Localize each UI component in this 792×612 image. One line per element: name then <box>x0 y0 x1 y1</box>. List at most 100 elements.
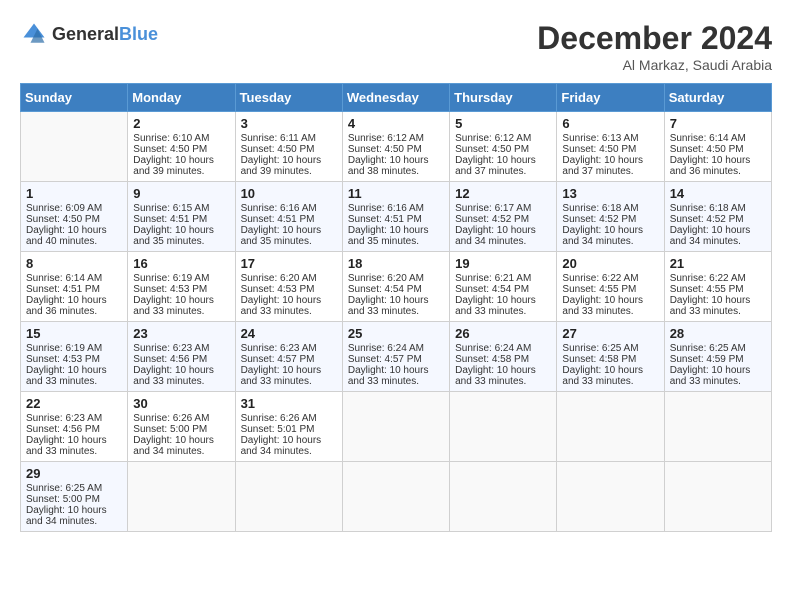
table-row: 4Sunrise: 6:12 AMSunset: 4:50 PMDaylight… <box>342 112 449 182</box>
sunset-label: Sunset: 4:51 PM <box>26 284 100 295</box>
table-row <box>235 462 342 532</box>
sunset-label: Sunset: 4:57 PM <box>348 354 422 365</box>
sunrise-label: Sunrise: 6:15 AM <box>133 203 209 214</box>
table-row: 17Sunrise: 6:20 AMSunset: 4:53 PMDayligh… <box>235 252 342 322</box>
location-title: Al Markaz, Saudi Arabia <box>537 57 772 73</box>
table-row: 26Sunrise: 6:24 AMSunset: 4:58 PMDayligh… <box>450 322 557 392</box>
sunrise-label: Sunrise: 6:18 AM <box>670 203 746 214</box>
sunset-label: Sunset: 4:53 PM <box>241 284 315 295</box>
day-number: 12 <box>455 186 551 201</box>
sunset-label: Sunset: 4:59 PM <box>670 354 744 365</box>
sunrise-label: Sunrise: 6:21 AM <box>455 273 531 284</box>
daylight-label: Daylight: 10 hours and 40 minutes. <box>26 225 107 247</box>
daylight-label: Daylight: 10 hours and 33 minutes. <box>670 295 751 317</box>
day-number: 25 <box>348 326 444 341</box>
table-row <box>557 392 664 462</box>
daylight-label: Daylight: 10 hours and 37 minutes. <box>455 155 536 177</box>
sunset-label: Sunset: 4:50 PM <box>455 144 529 155</box>
sunset-label: Sunset: 4:51 PM <box>348 214 422 225</box>
calendar-row: 2Sunrise: 6:10 AMSunset: 4:50 PMDaylight… <box>21 112 772 182</box>
sunrise-label: Sunrise: 6:25 AM <box>562 343 638 354</box>
sunset-label: Sunset: 4:50 PM <box>26 214 100 225</box>
sunset-label: Sunset: 4:50 PM <box>670 144 744 155</box>
table-row: 27 Sunrise: 6:25 AMSunset: 4:58 PMDayligh… <box>557 322 664 392</box>
sunset-label: Sunset: 4:55 PM <box>562 284 636 295</box>
sunrise-label: Sunrise: 6:13 AM <box>562 133 638 144</box>
logo-text-blue: Blue <box>119 24 158 44</box>
calendar-row: 15Sunrise: 6:19 AMSunset: 4:53 PMDayligh… <box>21 322 772 392</box>
day-number: 5 <box>455 116 551 131</box>
sunrise-label: Sunrise: 6:20 AM <box>241 273 317 284</box>
table-row: 29Sunrise: 6:25 AMSunset: 5:00 PMDayligh… <box>21 462 128 532</box>
sunrise-label: Sunrise: 6:10 AM <box>133 133 209 144</box>
sunrise-label: Sunrise: 6:19 AM <box>133 273 209 284</box>
daylight-label: Daylight: 10 hours and 33 minutes. <box>455 295 536 317</box>
table-row <box>21 112 128 182</box>
calendar-row: 1Sunrise: 6:09 AMSunset: 4:50 PMDaylight… <box>21 182 772 252</box>
daylight-label: Daylight: 10 hours and 34 minutes. <box>670 225 751 247</box>
day-number: 20 <box>562 256 658 271</box>
month-title: December 2024 <box>537 20 772 57</box>
logo: GeneralBlue <box>20 20 158 48</box>
col-thursday: Thursday <box>450 84 557 112</box>
table-row: 18Sunrise: 6:20 AMSunset: 4:54 PMDayligh… <box>342 252 449 322</box>
table-row: 9Sunrise: 6:15 AMSunset: 4:51 PMDaylight… <box>128 182 235 252</box>
sunset-label: Sunset: 5:01 PM <box>241 424 315 435</box>
sunset-label: Sunset: 4:53 PM <box>133 284 207 295</box>
table-row: 14Sunrise: 6:18 AMSunset: 4:52 PMDayligh… <box>664 182 771 252</box>
table-row: 16Sunrise: 6:19 AMSunset: 4:53 PMDayligh… <box>128 252 235 322</box>
day-number: 27 <box>562 326 658 341</box>
daylight-label: Daylight: 10 hours and 35 minutes. <box>348 225 429 247</box>
sunset-label: Sunset: 4:58 PM <box>562 354 636 365</box>
sunrise-label: Sunrise: 6:22 AM <box>562 273 638 284</box>
day-number: 24 <box>241 326 337 341</box>
sunset-label: Sunset: 5:00 PM <box>133 424 207 435</box>
day-number: 17 <box>241 256 337 271</box>
sunset-label: Sunset: 4:51 PM <box>241 214 315 225</box>
daylight-label: Daylight: 10 hours and 37 minutes. <box>562 155 643 177</box>
day-number: 10 <box>241 186 337 201</box>
table-row: 3Sunrise: 6:11 AMSunset: 4:50 PMDaylight… <box>235 112 342 182</box>
daylight-label: Daylight: 10 hours and 35 minutes. <box>241 225 322 247</box>
sunrise-label: Sunrise: 6:23 AM <box>26 413 102 424</box>
sunset-label: Sunset: 4:52 PM <box>670 214 744 225</box>
day-number: 26 <box>455 326 551 341</box>
day-number: 11 <box>348 186 444 201</box>
daylight-label: Daylight: 10 hours and 38 minutes. <box>348 155 429 177</box>
day-number: 28 <box>670 326 766 341</box>
daylight-label: Daylight: 10 hours and 36 minutes. <box>670 155 751 177</box>
daylight-label: Daylight: 10 hours and 36 minutes. <box>26 295 107 317</box>
sunrise-label: Sunrise: 6:25 AM <box>26 483 102 494</box>
table-row <box>450 392 557 462</box>
table-row <box>342 462 449 532</box>
table-row <box>342 392 449 462</box>
sunrise-label: Sunrise: 6:22 AM <box>670 273 746 284</box>
day-number: 30 <box>133 396 229 411</box>
daylight-label: Daylight: 10 hours and 34 minutes. <box>133 435 214 457</box>
day-number: 9 <box>133 186 229 201</box>
sunset-label: Sunset: 4:58 PM <box>455 354 529 365</box>
table-row: 30Sunrise: 6:26 AMSunset: 5:00 PMDayligh… <box>128 392 235 462</box>
sunset-label: Sunset: 4:50 PM <box>562 144 636 155</box>
day-number: 8 <box>26 256 122 271</box>
day-number: 4 <box>348 116 444 131</box>
sunrise-label: Sunrise: 6:09 AM <box>26 203 102 214</box>
calendar: Sunday Monday Tuesday Wednesday Thursday… <box>20 83 772 532</box>
day-number: 21 <box>670 256 766 271</box>
daylight-label: Daylight: 10 hours and 33 minutes. <box>562 365 643 387</box>
table-row: 7Sunrise: 6:14 AMSunset: 4:50 PMDaylight… <box>664 112 771 182</box>
logo-icon <box>20 20 48 48</box>
table-row: 8Sunrise: 6:14 AMSunset: 4:51 PMDaylight… <box>21 252 128 322</box>
day-number: 2 <box>133 116 229 131</box>
day-number: 3 <box>241 116 337 131</box>
sunrise-label: Sunrise: 6:14 AM <box>670 133 746 144</box>
sunrise-label: Sunrise: 6:17 AM <box>455 203 531 214</box>
day-number: 23 <box>133 326 229 341</box>
table-row: 19Sunrise: 6:21 AMSunset: 4:54 PMDayligh… <box>450 252 557 322</box>
sunset-label: Sunset: 4:54 PM <box>455 284 529 295</box>
daylight-label: Daylight: 10 hours and 33 minutes. <box>133 365 214 387</box>
col-monday: Monday <box>128 84 235 112</box>
table-row: 1Sunrise: 6:09 AMSunset: 4:50 PMDaylight… <box>21 182 128 252</box>
table-row: 10Sunrise: 6:16 AMSunset: 4:51 PMDayligh… <box>235 182 342 252</box>
calendar-row: 22Sunrise: 6:23 AMSunset: 4:56 PMDayligh… <box>21 392 772 462</box>
